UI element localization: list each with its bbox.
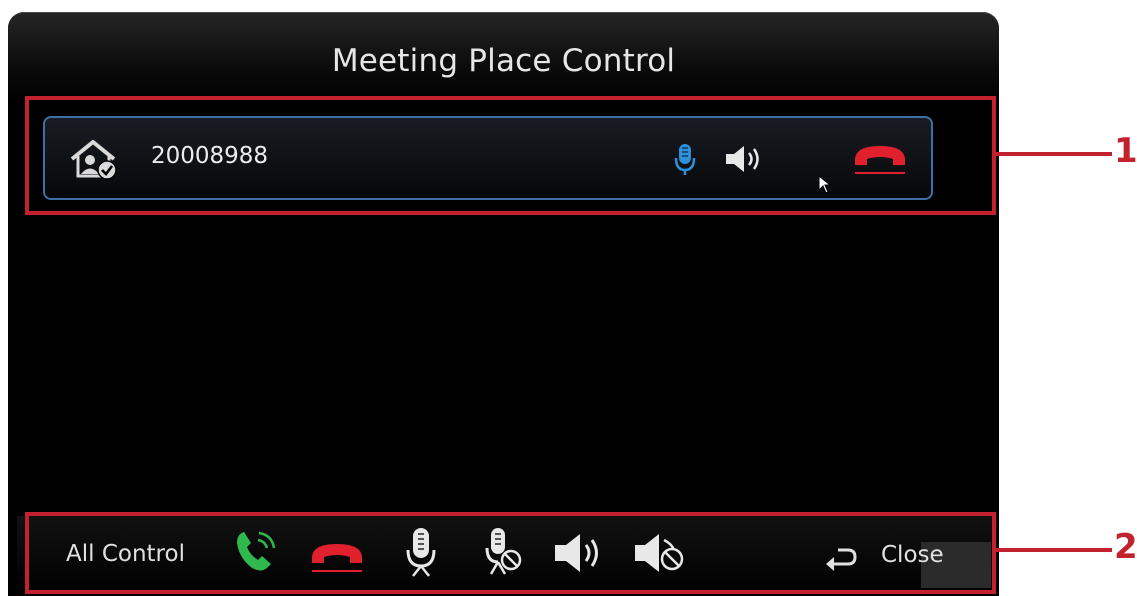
annotation-leader-2 <box>996 548 1112 552</box>
annotation-leader-1 <box>996 152 1112 156</box>
annotation-number-1: 1 <box>1114 131 1137 171</box>
return-arrow-icon <box>826 548 857 571</box>
site-number: 20008988 <box>151 143 269 169</box>
meeting-place-control-window: Meeting Place Control <box>8 12 999 596</box>
mute-microphone-icon[interactable] <box>483 526 523 578</box>
meeting-place-check-icon <box>70 140 117 180</box>
speaker-icon[interactable] <box>723 144 763 174</box>
hang-up-icon[interactable] <box>850 138 910 178</box>
microphone-all-icon[interactable] <box>403 526 439 578</box>
annotation-number-2: 2 <box>1114 527 1137 567</box>
mouse-cursor-icon <box>818 175 832 194</box>
hang-up-all-icon[interactable] <box>307 536 367 576</box>
all-control-label: All Control <box>66 541 185 567</box>
title-bar: Meeting Place Control <box>8 12 999 104</box>
window-title: Meeting Place Control <box>331 43 676 79</box>
close-button[interactable]: Close <box>824 538 958 578</box>
close-label: Close <box>881 542 944 568</box>
mute-speaker-icon[interactable] <box>632 530 688 576</box>
microphone-icon[interactable] <box>674 142 696 178</box>
speaker-all-icon[interactable] <box>552 532 608 574</box>
call-icon[interactable] <box>234 528 280 574</box>
